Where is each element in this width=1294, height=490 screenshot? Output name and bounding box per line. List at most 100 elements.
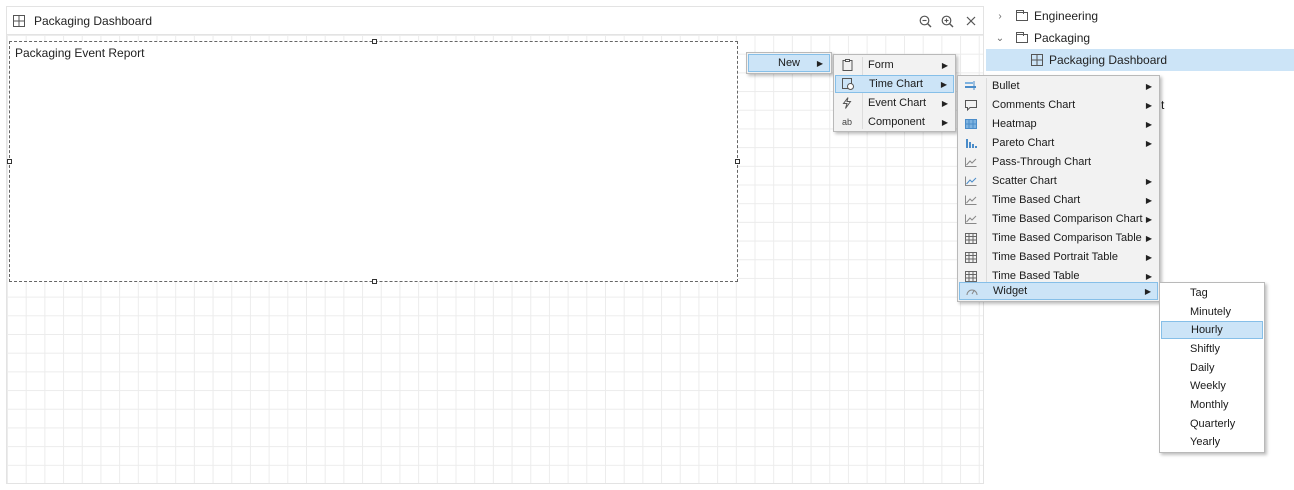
- menu-item-tag[interactable]: Tag: [1161, 284, 1263, 302]
- menu-item-hourly[interactable]: Hourly: [1161, 321, 1263, 339]
- menu-item-label: Time Chart: [869, 78, 923, 90]
- menu-item-label: Minutely: [1190, 306, 1231, 318]
- menu-item-label: Scatter Chart: [992, 175, 1057, 187]
- chevron-down-icon[interactable]: ⌄: [994, 33, 1006, 44]
- chevron-right-icon[interactable]: ›: [994, 11, 1006, 22]
- menu-item-label: Time Based Portrait Table: [992, 251, 1118, 263]
- submenu-arrow-icon: ▶: [941, 98, 948, 108]
- context-menu-new: New ▶: [746, 52, 832, 74]
- folder-icon: [1016, 9, 1028, 21]
- menu-item-label: Widget: [993, 285, 1028, 297]
- menu-item-scatter-chart[interactable]: Scatter Chart ▶: [959, 172, 1158, 190]
- menu-item-weekly[interactable]: Weekly: [1161, 377, 1263, 395]
- menu-item-form[interactable]: Form ▶: [835, 56, 954, 74]
- menu-item-bullet[interactable]: Bullet ▶: [959, 77, 1158, 95]
- submenu-arrow-icon: ▶: [1145, 100, 1152, 110]
- close-icon[interactable]: [962, 12, 980, 30]
- menu-item-label: Yearly: [1190, 436, 1221, 448]
- grid-icon: [13, 15, 25, 30]
- menu-item-time-based-comparison-table[interactable]: Time Based Comparison Table ▶: [959, 229, 1158, 247]
- submenu-widget: Tag Minutely Hourly Shiftly Daily Weekly…: [1159, 282, 1265, 453]
- menu-item-heatmap[interactable]: Heatmap ▶: [959, 115, 1158, 133]
- submenu-arrow-icon: ▶: [816, 58, 823, 68]
- menu-item-comments-chart[interactable]: Comments Chart ▶: [959, 96, 1158, 114]
- menu-item-label: Hourly: [1191, 324, 1223, 336]
- menu-item-minutely[interactable]: Minutely: [1161, 303, 1263, 321]
- menu-item-label: Time Based Chart: [992, 194, 1081, 206]
- menu-item-time-based-chart[interactable]: Time Based Chart ▶: [959, 191, 1158, 209]
- menu-item-label: Pass-Through Chart: [992, 156, 1092, 168]
- tree-item-packaging[interactable]: ⌄ Packaging: [986, 27, 1294, 49]
- submenu-arrow-icon: ▶: [1145, 214, 1152, 224]
- menu-item-monthly[interactable]: Monthly: [1161, 396, 1263, 414]
- menu-item-label: Time Based Comparison Table: [992, 232, 1142, 244]
- line-chart-icon: [963, 154, 979, 170]
- line-chart-icon: [963, 173, 979, 189]
- menu-item-label: Time Based Table: [992, 270, 1080, 282]
- table-icon: [963, 230, 979, 246]
- submenu-arrow-icon: ▶: [1145, 195, 1152, 205]
- submenu-new: Form ▶ Time Chart ▶ Event Chart ▶ ab Com…: [833, 54, 956, 132]
- menu-item-label: Shiftly: [1190, 343, 1220, 355]
- folder-icon: [1016, 31, 1028, 43]
- menu-item-pass-through-chart[interactable]: Pass-Through Chart: [959, 153, 1158, 171]
- menu-item-label: Comments Chart: [992, 99, 1076, 111]
- editor-title: Packaging Dashboard: [34, 14, 153, 28]
- zoom-out-icon[interactable]: [916, 12, 934, 30]
- resize-handle-bottom[interactable]: [372, 279, 377, 284]
- menu-item-time-chart[interactable]: Time Chart ▶: [835, 75, 954, 93]
- grid-icon: [1031, 54, 1043, 66]
- bullet-chart-icon: [963, 78, 979, 94]
- report-label: Packaging Event Report: [15, 46, 145, 60]
- submenu-arrow-icon: ▶: [941, 117, 948, 127]
- submenu-arrow-icon: ▶: [1145, 176, 1152, 186]
- text-ab-icon: ab: [841, 117, 852, 127]
- tree-partial-text: t: [1161, 98, 1165, 112]
- menu-item-label: Quarterly: [1190, 418, 1236, 430]
- menu-item-time-based-portrait-table[interactable]: Time Based Portrait Table ▶: [959, 248, 1158, 266]
- table-icon: [963, 249, 979, 265]
- menu-item-new[interactable]: New ▶: [748, 54, 830, 72]
- submenu-arrow-icon: ▶: [941, 60, 948, 70]
- heatmap-icon: [963, 116, 979, 132]
- tree-item-label: Packaging: [1034, 31, 1091, 45]
- clipboard-icon: [839, 57, 855, 73]
- submenu-arrow-icon: ▶: [1145, 81, 1152, 91]
- resize-handle-left[interactable]: [7, 159, 12, 164]
- menu-item-label: Event Chart: [868, 97, 927, 109]
- menu-item-label: Time Based Comparison Chart: [992, 213, 1143, 225]
- menu-item-label: Weekly: [1190, 380, 1226, 392]
- tree-item-label: Packaging Dashboard: [1049, 53, 1168, 67]
- menu-item-daily[interactable]: Daily: [1161, 359, 1263, 377]
- gauge-icon: [964, 283, 980, 299]
- report-component[interactable]: Packaging Event Report: [7, 39, 740, 284]
- menu-item-label: Pareto Chart: [992, 137, 1055, 149]
- menu-item-component[interactable]: ab Component ▶: [835, 113, 954, 131]
- submenu-time-chart: Bullet ▶ Comments Chart ▶ Heatmap ▶ Pare…: [957, 75, 1160, 302]
- submenu-arrow-icon: ▶: [1145, 119, 1152, 129]
- submenu-arrow-icon: ▶: [1145, 271, 1152, 281]
- lightning-icon: [839, 95, 855, 111]
- menu-item-shiftly[interactable]: Shiftly: [1161, 340, 1263, 358]
- comment-icon: [963, 97, 979, 113]
- time-chart-icon: [840, 76, 856, 92]
- menu-item-label: Heatmap: [992, 118, 1037, 130]
- menu-item-quarterly[interactable]: Quarterly: [1161, 415, 1263, 433]
- line-chart-icon: [963, 211, 979, 227]
- resize-handle-right[interactable]: [735, 159, 740, 164]
- menu-item-time-based-comparison-chart[interactable]: Time Based Comparison Chart ▶: [959, 210, 1158, 228]
- zoom-in-icon[interactable]: [938, 12, 956, 30]
- tree-item-engineering[interactable]: › Engineering: [986, 5, 1294, 27]
- pareto-icon: [963, 135, 979, 151]
- submenu-arrow-icon: ▶: [1145, 252, 1152, 262]
- menu-item-widget[interactable]: Widget ▶: [959, 282, 1158, 300]
- line-chart-icon: [963, 192, 979, 208]
- menu-item-event-chart[interactable]: Event Chart ▶: [835, 94, 954, 112]
- submenu-arrow-icon: ▶: [1145, 138, 1152, 148]
- menu-item-pareto-chart[interactable]: Pareto Chart ▶: [959, 134, 1158, 152]
- menu-item-label: Form: [868, 59, 894, 71]
- menu-item-yearly[interactable]: Yearly: [1161, 433, 1263, 451]
- menu-item-label: Bullet: [992, 80, 1020, 92]
- resize-handle-top[interactable]: [372, 39, 377, 44]
- tree-item-packaging-dashboard[interactable]: Packaging Dashboard: [986, 49, 1294, 71]
